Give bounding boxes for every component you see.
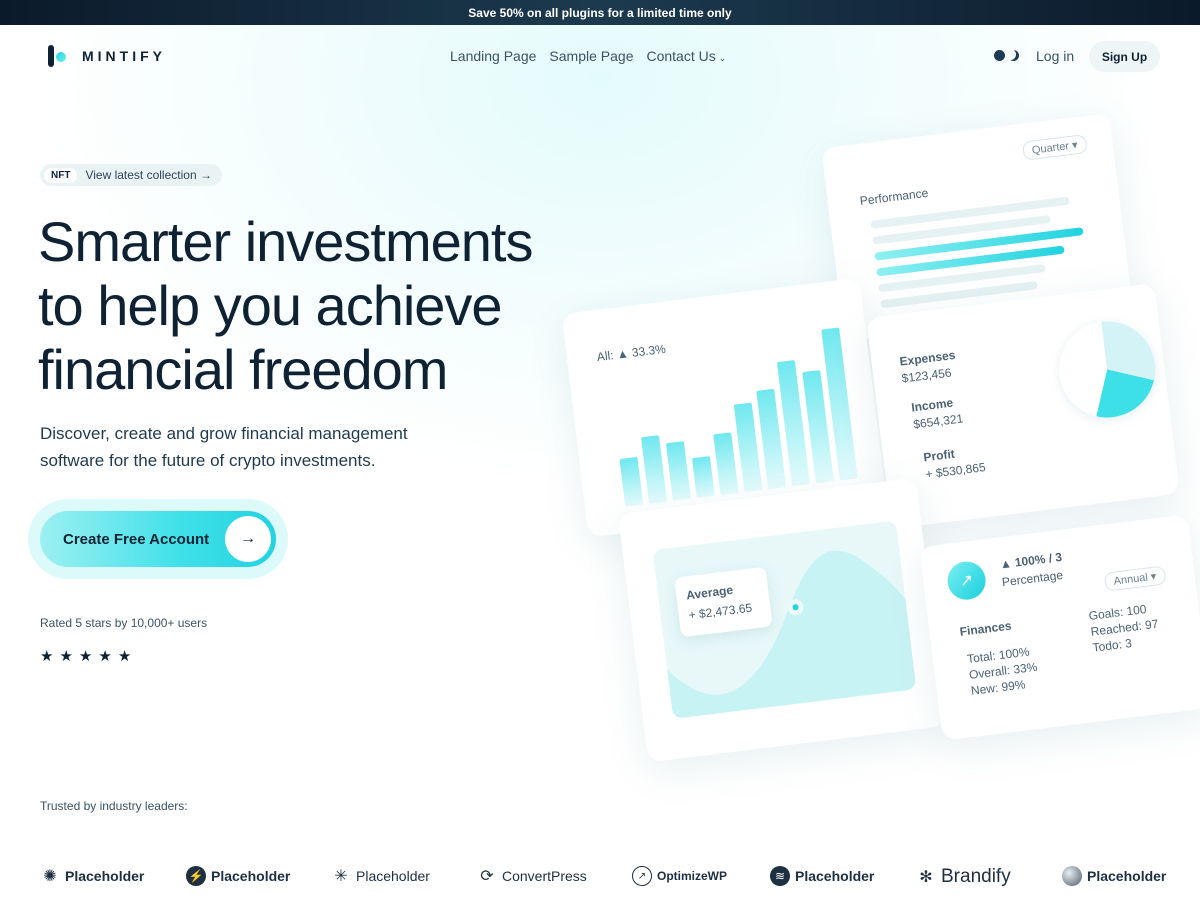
partner-logos: ✺ Placeholder ⚡ Placeholder ✳ Placeholde… [40, 866, 1170, 892]
headline-line-1: Smarter investments [38, 210, 534, 273]
income-value: $654,321 [912, 411, 964, 432]
bolt-icon: ⚡ [186, 866, 206, 886]
trusted-label: Trusted by industry leaders: [40, 799, 188, 813]
partner-logo-4[interactable]: ⟳ ConvertPress [477, 866, 587, 886]
brand-name: MINTIFY [82, 48, 166, 64]
signup-button[interactable]: Sign Up [1089, 41, 1160, 72]
partner-name: Placeholder [65, 868, 145, 884]
login-link[interactable]: Log in [1036, 48, 1074, 64]
logo-icon [46, 45, 68, 67]
finances-todo: Todo: 3 [1091, 636, 1133, 655]
partner-logo-8[interactable]: Placeholder [1062, 866, 1166, 886]
star-icon: ★ [98, 648, 112, 665]
spark-icon: ✳ [334, 868, 348, 885]
star-icon: ★ [117, 648, 132, 665]
partner-logo-6[interactable]: ≋ Placeholder [770, 866, 874, 886]
partner-name: Placeholder [356, 868, 430, 884]
partner-name: Placeholder [1087, 868, 1167, 884]
dashboard-illustration: Quarter ▾ Performance All: ▲ 33.3% Expen… [560, 110, 1200, 763]
wave-icon: ≋ [770, 866, 790, 886]
trending-up-icon: ↗ [945, 559, 988, 602]
average-card: Average + $2,473.65 [617, 477, 947, 763]
refresh-icon: ⟳ [480, 868, 494, 885]
finances-card: ↗ ▲ 100% / 3 Percentage Annual ▾ Finance… [919, 514, 1200, 741]
brand-logo[interactable]: MINTIFY [46, 45, 166, 67]
main-nav: Landing Page Sample Page Contact Us ⌄ [450, 48, 726, 64]
pill-link-text: View latest collection → [85, 168, 212, 182]
nft-announcement-pill[interactable]: NFT View latest collection → [40, 164, 222, 186]
nft-tag: NFT [44, 167, 78, 183]
finances-title: Finances [958, 618, 1013, 639]
asterisk-icon: ✻ [919, 869, 933, 886]
rating-caption: Rated 5 stars by 10,000+ users [40, 616, 208, 630]
pie-chart [1053, 315, 1161, 423]
bar [691, 456, 715, 498]
bar [713, 432, 739, 496]
arrow-right-icon: → [225, 516, 271, 562]
chevron-down-icon: ⌄ [718, 53, 727, 63]
partner-logo-3[interactable]: ✳ Placeholder [331, 866, 430, 886]
bar [733, 402, 763, 493]
nav-item-landing-page[interactable]: Landing Page [450, 48, 536, 64]
partner-name: OptimizeWP [657, 869, 728, 883]
average-label: Average [685, 582, 734, 603]
sunburst-icon: ✺ [43, 868, 57, 885]
performance-title: Performance [859, 185, 929, 209]
average-tooltip: Average + $2,473.65 [674, 566, 773, 638]
hero-subheading: Discover, create and grow financial mana… [40, 424, 408, 470]
nav-item-sample-page[interactable]: Sample Page [549, 48, 633, 64]
partner-logo-2[interactable]: ⚡ Placeholder [186, 866, 290, 886]
promo-text[interactable]: Save 50% on all plugins for a limited ti… [468, 6, 731, 20]
light-dot-icon [994, 50, 1005, 61]
bar [641, 435, 668, 504]
star-icon: ★ [40, 648, 54, 665]
average-value: + $2,473.65 [687, 600, 753, 623]
hero-headline: Smarter investments to help you achieve … [38, 210, 638, 402]
headline-line-3: financial freedom [38, 338, 448, 401]
theme-toggle-icon[interactable] [994, 50, 1019, 61]
create-account-button[interactable]: Create Free Account → [40, 511, 276, 567]
annual-select[interactable]: Annual ▾ [1103, 565, 1167, 592]
finances-sub: Percentage [1001, 567, 1064, 590]
profit-label: Profit [922, 446, 956, 465]
star-icon: ★ [59, 648, 73, 665]
star-rating: ★ ★ ★ ★ ★ [40, 647, 131, 665]
partner-name: ConvertPress [502, 868, 587, 884]
nav-item-contact-label: Contact Us [646, 48, 716, 64]
bar [665, 441, 691, 501]
partner-name: Placeholder [211, 868, 291, 884]
partner-name: Placeholder [795, 868, 875, 884]
bar [619, 456, 644, 507]
sphere-icon [1062, 866, 1082, 886]
quarter-select[interactable]: Quarter ▾ [1021, 134, 1088, 161]
partner-logo-5[interactable]: ↗ OptimizeWP [632, 866, 727, 886]
income-label: Income [910, 395, 954, 415]
partner-logo-1[interactable]: ✺ Placeholder [40, 866, 144, 886]
expenses-value: $123,456 [900, 365, 953, 386]
partner-name: Brandify [941, 866, 1011, 887]
cta-label: Create Free Account [63, 530, 210, 548]
chart-icon: ↗ [632, 866, 652, 886]
nav-item-contact-us[interactable]: Contact Us ⌄ [646, 48, 726, 64]
headline-line-2: to help you achieve [38, 274, 503, 337]
promo-banner[interactable]: Save 50% on all plugins for a limited ti… [0, 0, 1200, 25]
moon-icon [1008, 50, 1019, 61]
partner-logo-7[interactable]: ✻ Brandify [916, 866, 1011, 888]
star-icon: ★ [78, 648, 93, 665]
